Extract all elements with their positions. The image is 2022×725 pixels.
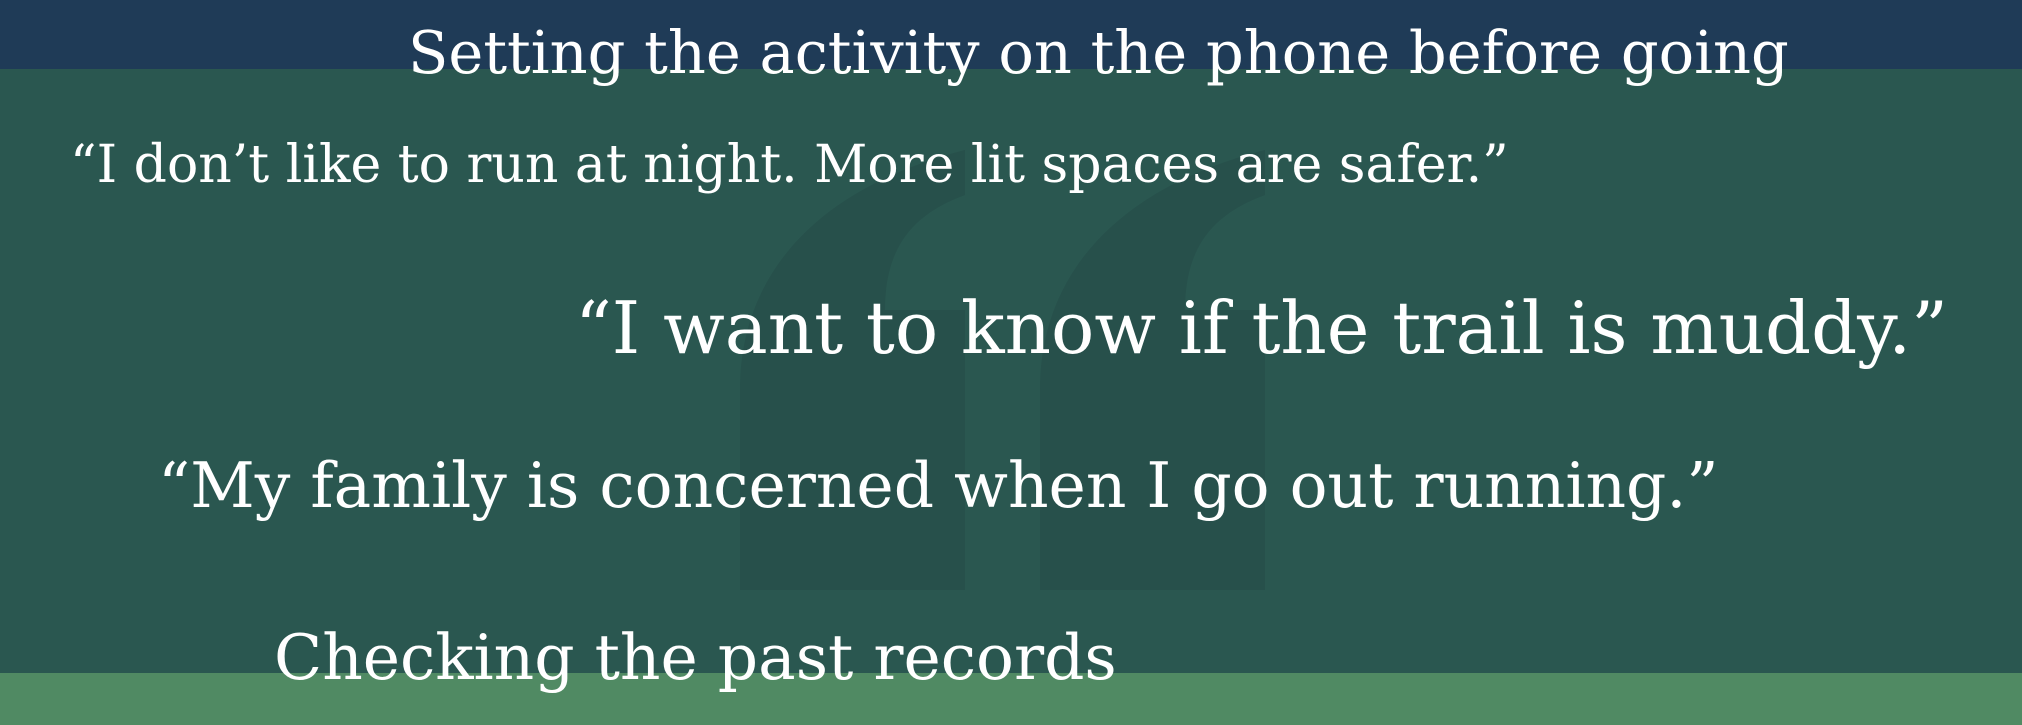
quote-mark-icon [740,150,1265,590]
quote-night-running: “I don’t like to run at night. More lit … [70,135,1509,195]
note-setting-activity: Setting the activity on the phone before… [408,18,1789,87]
quote-muddy-trail: “I want to know if the trail is muddy.” [575,286,1948,370]
slide-canvas: Setting the activity on the phone before… [0,0,2022,725]
quote-family-concern: “My family is concerned when I go out ru… [158,449,1719,522]
note-past-records: Checking the past records [274,621,1117,694]
